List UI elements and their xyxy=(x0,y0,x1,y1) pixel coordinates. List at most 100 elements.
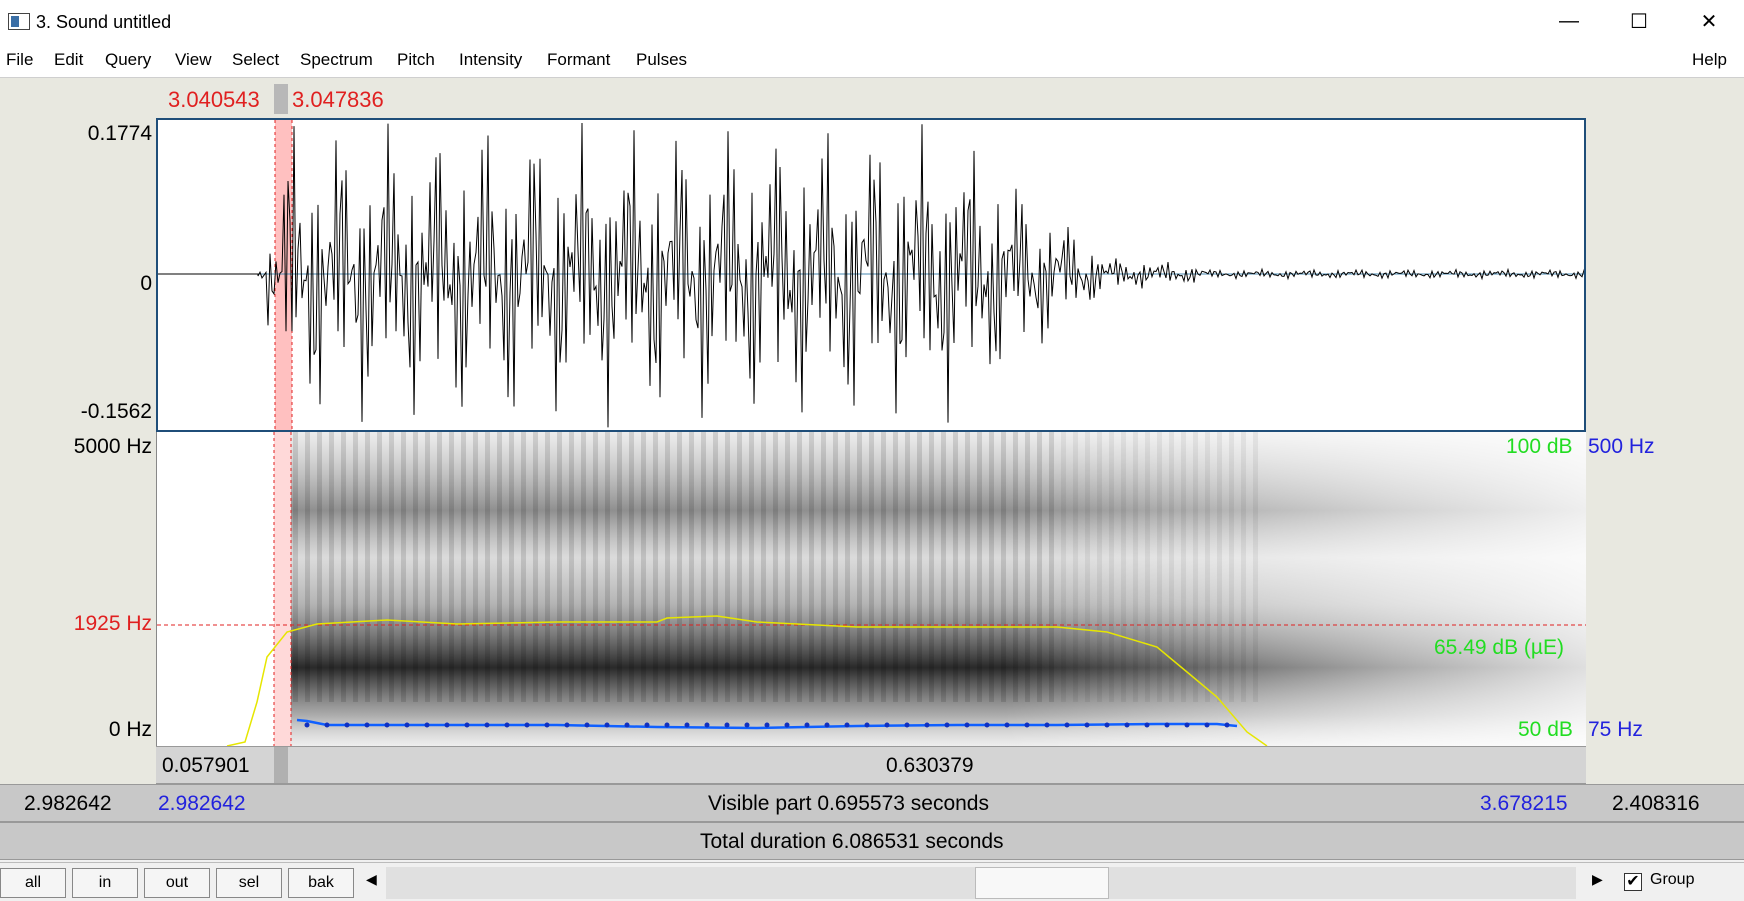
menu-bar: File Edit Query View Select Spectrum Pit… xyxy=(0,42,1744,78)
spectrogram-striation xyxy=(713,432,718,702)
spectrogram-striation xyxy=(725,432,730,702)
spectrogram-striation xyxy=(1085,432,1090,702)
menu-spectrum[interactable]: Spectrum xyxy=(300,50,373,70)
spectrogram-striation xyxy=(413,432,418,702)
scroll-left-icon[interactable]: ◀ xyxy=(366,871,377,888)
pitch-point xyxy=(484,722,490,728)
spectrogram-striation xyxy=(473,432,478,702)
minimize-button[interactable]: — xyxy=(1534,0,1604,42)
spectrogram-striation xyxy=(437,432,442,702)
spectrogram-striation xyxy=(317,432,322,702)
spectrogram-bottom-freq: 0 Hz xyxy=(108,718,152,741)
maximize-button[interactable]: ☐ xyxy=(1604,0,1674,42)
waveform-panel[interactable] xyxy=(156,118,1586,432)
spectrogram-striation xyxy=(389,432,394,702)
spectrogram-panel[interactable] xyxy=(156,432,1586,746)
visible-part-row[interactable]: 2.982642 2.982642 Visible part 0.695573 … xyxy=(0,784,1744,822)
close-button[interactable]: ✕ xyxy=(1674,0,1744,42)
pitch-point xyxy=(1144,722,1150,728)
selection-marker[interactable] xyxy=(274,84,288,114)
zoom-back-button[interactable]: bak xyxy=(288,868,354,898)
pitch-point xyxy=(544,722,550,728)
left-segment-duration: 0.057901 xyxy=(162,754,250,777)
menu-pulses[interactable]: Pulses xyxy=(636,50,687,70)
spectrogram-striation xyxy=(401,432,406,702)
pitch-point xyxy=(764,722,770,728)
spectrogram-striation xyxy=(509,432,514,702)
spectrogram-striation xyxy=(305,432,310,702)
menu-pitch[interactable]: Pitch xyxy=(397,50,435,70)
spectrogram-striation xyxy=(941,432,946,702)
spectrogram-striation xyxy=(1229,432,1234,702)
spectrogram-striation xyxy=(773,432,778,702)
intensity-bottom-label: 50 dB xyxy=(1518,718,1573,741)
spectrogram-striation xyxy=(341,432,346,702)
spectrogram-striation xyxy=(365,432,370,702)
spectrogram-striation xyxy=(545,432,550,702)
spectrogram-striation xyxy=(737,432,742,702)
menu-view[interactable]: View xyxy=(175,50,212,70)
zoom-selection-button[interactable]: sel xyxy=(216,868,282,898)
spectrogram-striation xyxy=(1097,432,1102,702)
zoom-all-button[interactable]: all xyxy=(0,868,66,898)
pitch-point xyxy=(1124,722,1130,728)
scroll-right-icon[interactable]: ▶ xyxy=(1592,871,1603,888)
spectrogram-striation xyxy=(785,432,790,702)
menu-help[interactable]: Help xyxy=(1692,50,1727,70)
spectrogram-striation xyxy=(497,432,502,702)
app-icon xyxy=(8,13,30,30)
spectrogram-striation xyxy=(869,432,874,702)
spectrogram-striation xyxy=(965,432,970,702)
spectrogram-striation xyxy=(1001,432,1006,702)
spectrogram-striation xyxy=(1037,432,1042,702)
spectrogram-striation xyxy=(821,432,826,702)
scrollbar-thumb[interactable] xyxy=(975,867,1109,899)
spectrogram-striation xyxy=(1241,432,1246,702)
spectrogram-striation xyxy=(881,432,886,702)
window-title: 3. Sound untitled xyxy=(36,12,172,32)
group-checkbox[interactable]: ✔ xyxy=(1624,873,1642,891)
spectrogram-striation xyxy=(581,432,586,702)
group-label: Group xyxy=(1650,871,1695,888)
spectrogram-striation xyxy=(893,432,898,702)
pitch-point xyxy=(304,722,310,728)
close-icon: ✕ xyxy=(1700,10,1718,33)
pitch-point xyxy=(1084,722,1090,728)
selection-segment[interactable] xyxy=(274,747,288,783)
zoom-out-button[interactable]: out xyxy=(144,868,210,898)
spectrogram-striation xyxy=(653,432,658,702)
menu-intensity[interactable]: Intensity xyxy=(459,50,522,70)
visible-start-time: 2.982642 xyxy=(158,792,246,815)
spectrogram-striation xyxy=(605,432,610,702)
spectrogram-striation xyxy=(953,432,958,702)
pitch-point xyxy=(1064,722,1070,728)
menu-file[interactable]: File xyxy=(6,50,33,70)
pitch-top-label: 500 Hz xyxy=(1588,435,1655,458)
spectrogram-striation xyxy=(569,432,574,702)
pitch-point xyxy=(804,722,810,728)
spectrogram-striation xyxy=(1121,432,1126,702)
spectrogram-striation xyxy=(461,432,466,702)
spectrogram-striation xyxy=(449,432,454,702)
spectrogram-striation xyxy=(617,432,622,702)
pitch-point xyxy=(584,722,590,728)
waveform-trace xyxy=(158,122,1584,428)
segment-duration-row[interactable]: 0.057901 0.630379 xyxy=(156,746,1586,784)
pitch-point xyxy=(1024,722,1030,728)
total-duration-row[interactable]: Total duration 6.086531 seconds xyxy=(0,822,1744,860)
menu-query[interactable]: Query xyxy=(105,50,151,70)
spectrogram-striation xyxy=(977,432,982,702)
spectrogram-striation xyxy=(905,432,910,702)
zoom-in-button[interactable]: in xyxy=(72,868,138,898)
spectrogram-striation xyxy=(749,432,754,702)
pitch-point xyxy=(664,722,670,728)
menu-formant[interactable]: Formant xyxy=(547,50,610,70)
visible-part-label: Visible part 0.695573 seconds xyxy=(708,792,989,815)
pitch-point xyxy=(684,722,690,728)
menu-select[interactable]: Select xyxy=(232,50,279,70)
pitch-point xyxy=(404,722,410,728)
spectrogram-striation xyxy=(1157,432,1162,702)
menu-edit[interactable]: Edit xyxy=(54,50,83,70)
pitch-bottom-label: 75 Hz xyxy=(1588,718,1643,741)
spectrogram-striation xyxy=(293,432,298,702)
